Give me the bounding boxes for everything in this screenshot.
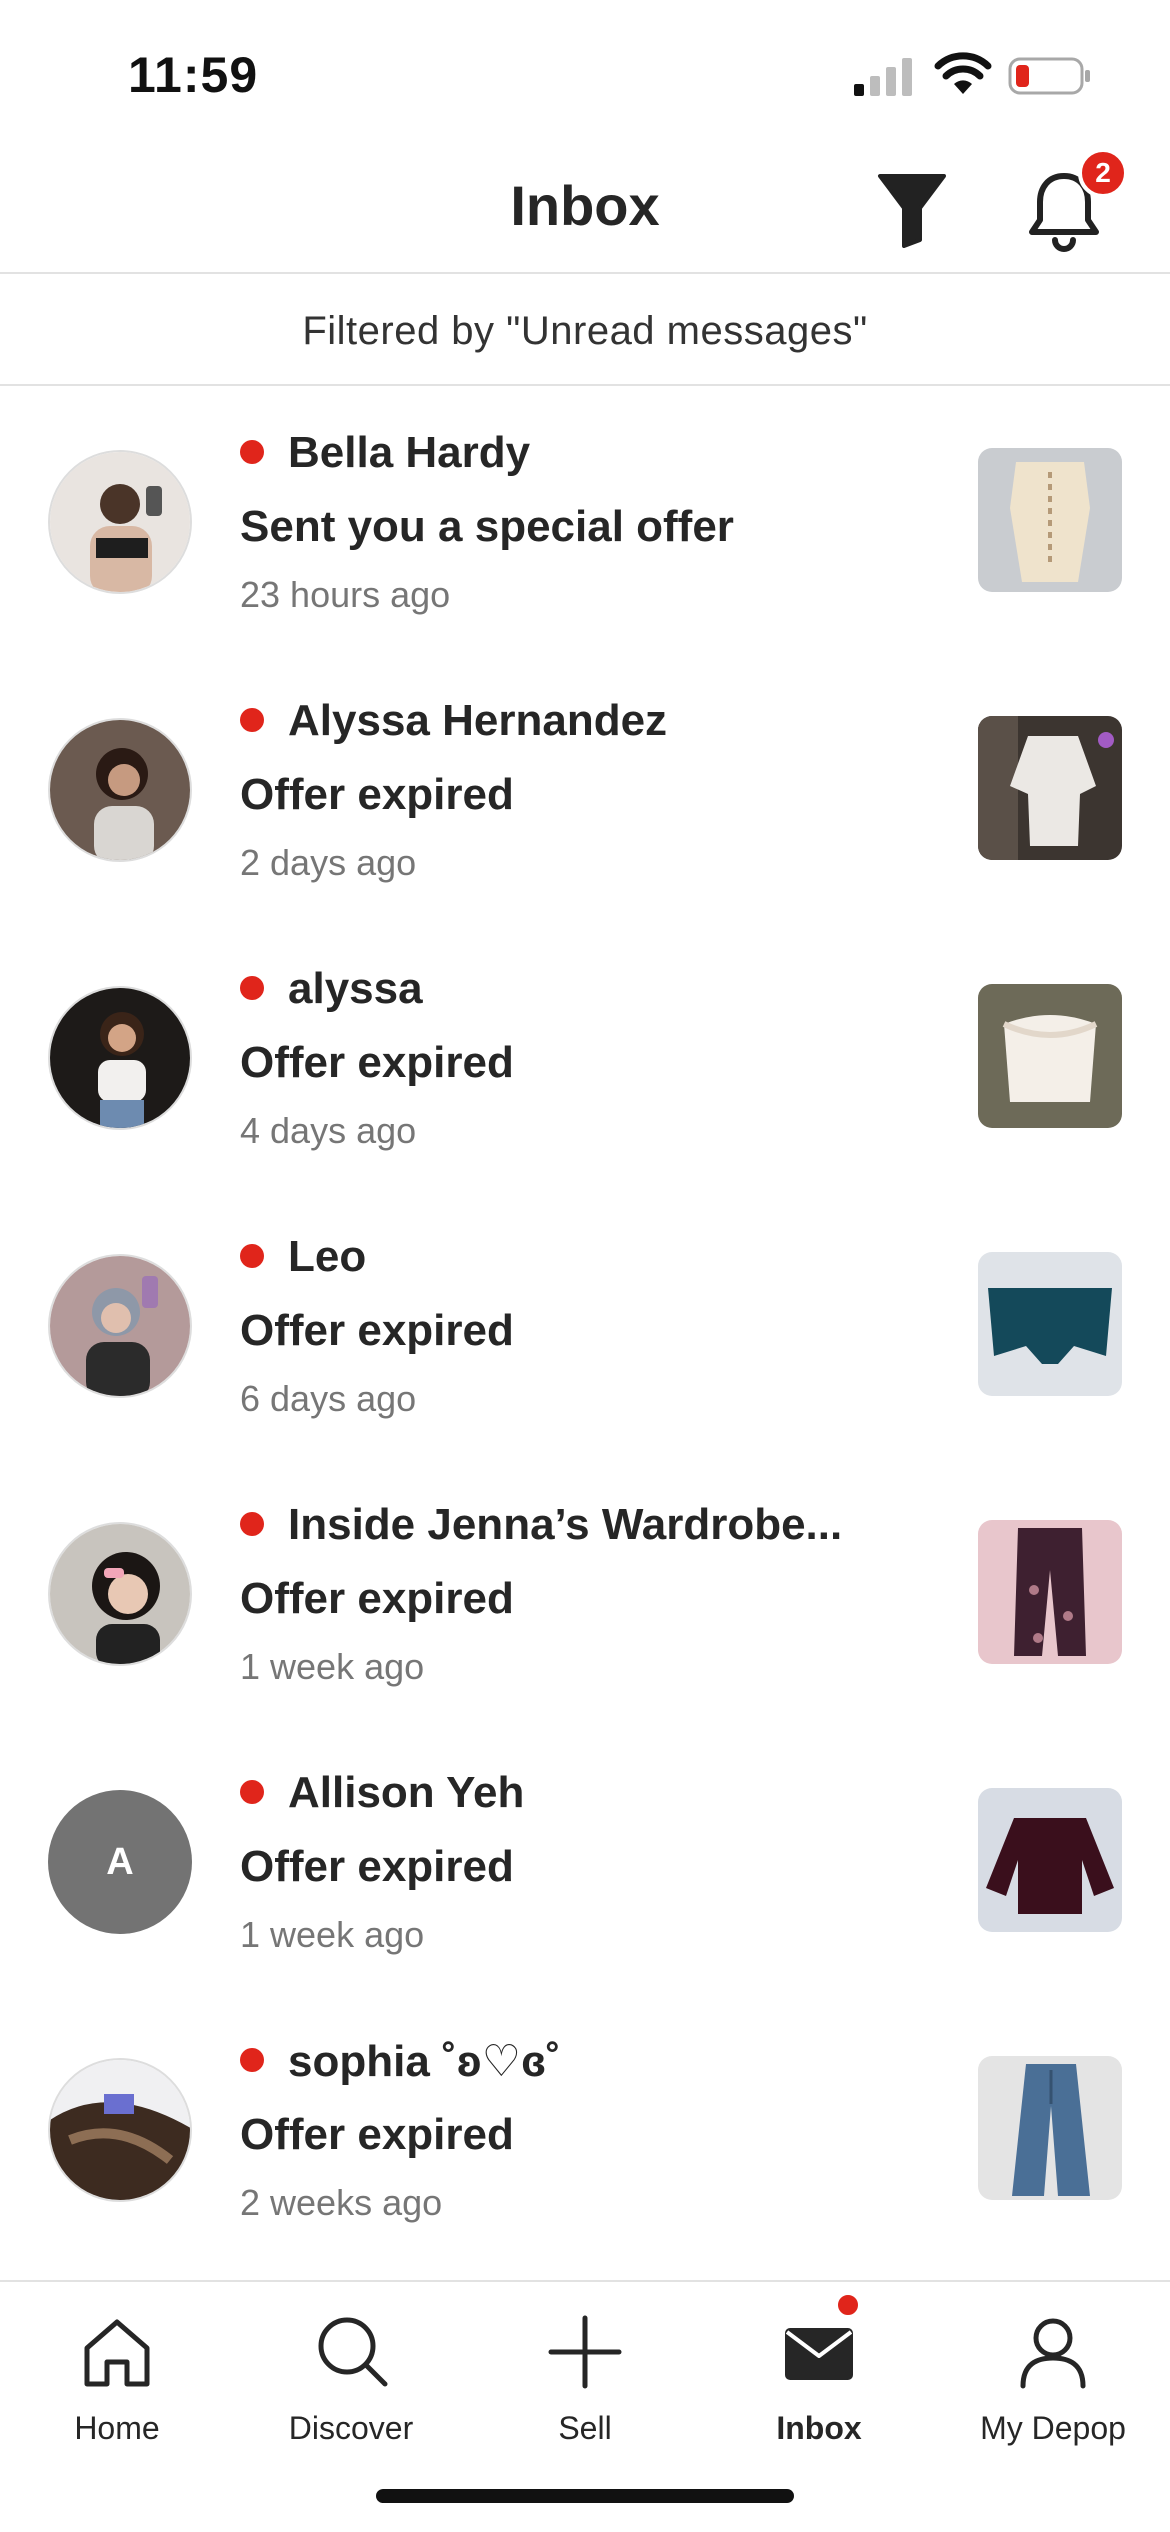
item-thumbnail[interactable]	[978, 2056, 1122, 2200]
status-bar: 11:59	[0, 0, 1170, 140]
message-row[interactable]: Leo Offer expired 6 days ago	[0, 1192, 1170, 1460]
sender-name: Inside Jenna’s Wardrobe...	[288, 1500, 843, 1549]
tab-discover[interactable]: Discover	[234, 2302, 468, 2462]
item-thumbnail[interactable]	[978, 448, 1122, 592]
avatar[interactable]	[48, 1522, 192, 1666]
avatar[interactable]	[48, 718, 192, 862]
tab-label: Sell	[558, 2410, 612, 2446]
search-icon	[318, 2317, 388, 2387]
message-time: 2 weeks ago	[240, 2182, 443, 2223]
message-time: 6 days ago	[240, 1378, 417, 1419]
plus-icon	[548, 2315, 622, 2389]
inbox-unread-dot	[835, 2292, 861, 2318]
tab-sell[interactable]: Sell	[468, 2302, 702, 2462]
tab-label: Inbox	[776, 2410, 862, 2446]
item-thumbnail[interactable]	[978, 1520, 1122, 1664]
message-preview: Offer expired	[240, 2110, 514, 2159]
notification-badge: 2	[1078, 148, 1128, 198]
item-thumbnail[interactable]	[978, 716, 1122, 860]
profile-icon	[1020, 2318, 1086, 2389]
page-title: Inbox	[510, 174, 660, 237]
message-row[interactable]: A Allison Yeh Offer expired 1 week ago	[0, 1728, 1170, 1996]
message-preview: Offer expired	[240, 1574, 514, 1623]
message-preview: Offer expired	[240, 1842, 514, 1891]
unread-indicator	[240, 1780, 264, 1804]
item-thumbnail[interactable]	[978, 1788, 1122, 1932]
tab-inbox[interactable]: Inbox	[702, 2302, 936, 2462]
avatar[interactable]	[48, 2058, 192, 2202]
avatar[interactable]	[48, 450, 192, 594]
sender-name: Allison Yeh	[288, 1768, 525, 1817]
item-thumbnail[interactable]	[978, 1252, 1122, 1396]
unread-indicator	[240, 1512, 264, 1536]
message-time: 1 week ago	[240, 1914, 425, 1955]
sender-name: alyssa	[288, 964, 423, 1013]
sender-name: Alyssa Hernandez	[288, 696, 668, 745]
home-indicator[interactable]	[376, 2489, 794, 2503]
status-time: 11:59	[128, 47, 259, 103]
sender-name: sophia ˚ʚ♡ɞ˚	[288, 2037, 561, 2086]
tab-home[interactable]: Home	[0, 2302, 234, 2462]
sender-name: Leo	[288, 1232, 367, 1281]
item-thumbnail[interactable]	[978, 984, 1122, 1128]
mail-icon	[785, 2328, 853, 2380]
tab-label: Discover	[288, 2410, 414, 2446]
message-time: 2 days ago	[240, 842, 417, 883]
unread-indicator	[240, 976, 264, 1000]
wifi-icon	[934, 52, 992, 94]
unread-indicator	[240, 1244, 264, 1268]
message-preview: Sent you a special offer	[240, 502, 734, 551]
unread-indicator	[240, 708, 264, 732]
cellular-signal-icon	[854, 58, 912, 96]
message-time: 4 days ago	[240, 1110, 417, 1151]
home-icon	[84, 2319, 150, 2387]
message-preview: Offer expired	[240, 1038, 514, 1087]
tab-my-depop[interactable]: My Depop	[936, 2302, 1170, 2462]
inbox-header: Inbox	[0, 140, 1170, 274]
message-time: 23 hours ago	[240, 574, 451, 615]
filter-icon[interactable]	[876, 170, 948, 248]
message-row[interactable]: alyssa Offer expired 4 days ago	[0, 924, 1170, 1192]
avatar-initial[interactable]: A	[48, 1790, 192, 1934]
message-row[interactable]: sophia ˚ʚ♡ɞ˚ Offer expired 2 weeks ago	[0, 1996, 1170, 2264]
unread-indicator	[240, 2048, 264, 2072]
message-row[interactable]: Alyssa Hernandez Offer expired 2 days ag…	[0, 656, 1170, 924]
message-row[interactable]: Bella Hardy Sent you a special offer 23 …	[0, 388, 1170, 656]
message-time: 1 week ago	[240, 1646, 425, 1687]
message-preview: Offer expired	[240, 1306, 514, 1355]
filter-banner[interactable]: Filtered by "Unread messages"	[0, 276, 1170, 386]
message-row[interactable]: Inside Jenna’s Wardrobe... Offer expired…	[0, 1460, 1170, 1728]
sender-name: Bella Hardy	[288, 428, 531, 477]
battery-icon	[1008, 57, 1090, 95]
message-preview: Offer expired	[240, 770, 514, 819]
avatar[interactable]	[48, 986, 192, 1130]
avatar[interactable]	[48, 1254, 192, 1398]
unread-indicator	[240, 440, 264, 464]
tab-label: Home	[74, 2410, 160, 2446]
tab-label: My Depop	[980, 2410, 1126, 2446]
